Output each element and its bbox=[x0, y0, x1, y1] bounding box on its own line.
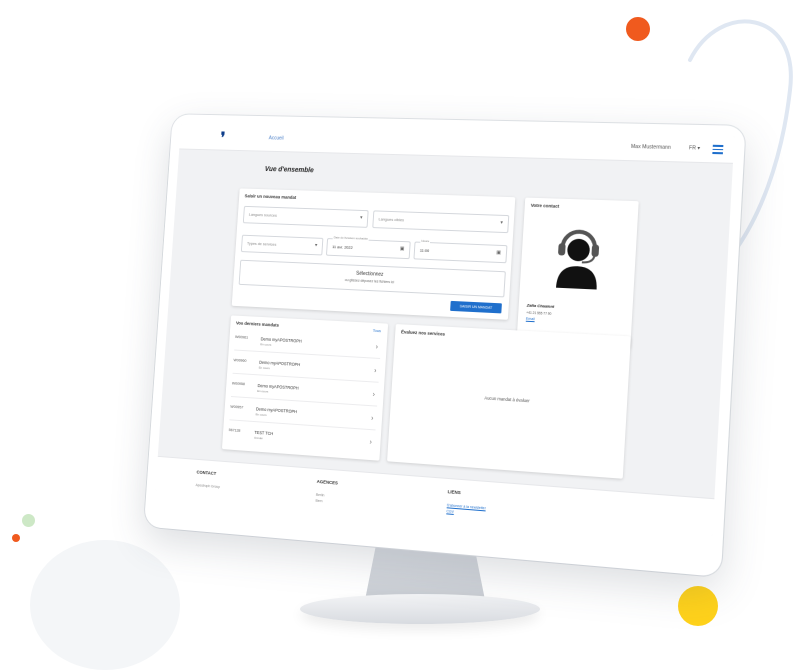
mandate-status: En cours bbox=[260, 342, 272, 347]
submit-mandate-button[interactable]: SAISIR UN MANDAT bbox=[450, 300, 502, 314]
footer: CONTACT Apostroph Group Apostroph Luzern… bbox=[155, 455, 715, 537]
time-label: Heure bbox=[420, 238, 431, 244]
user-name[interactable]: Max Mustermann bbox=[631, 144, 671, 151]
agency-item[interactable]: Hamburg bbox=[315, 510, 336, 518]
caret-down-icon: ▾ bbox=[314, 242, 318, 249]
footer-address-line: Apostroph Luzern AG bbox=[194, 494, 226, 502]
app-screen: ❜ Accueil Max Mustermann FR ▾ Vue d'ense… bbox=[155, 123, 735, 537]
mandate-id: W00958 bbox=[231, 381, 246, 387]
chevron-right-icon: › bbox=[369, 439, 373, 447]
delivery-date-label: Date de livraison souhaitée bbox=[332, 235, 370, 241]
footer-agencies: AGENCES Berlin Bern Bienne Hamburg Lausa… bbox=[314, 479, 338, 529]
nav-home-link[interactable]: Accueil bbox=[269, 135, 284, 141]
background-blob bbox=[30, 540, 180, 670]
footer-links: LIENS S'abonner à la newsletter CGV Prot… bbox=[445, 489, 487, 536]
avatar-headset-icon bbox=[552, 221, 605, 290]
monitor-stand-base bbox=[300, 594, 540, 624]
footer-link[interactable]: Aide bbox=[445, 526, 484, 535]
target-language-placeholder: Langues cibles bbox=[378, 216, 405, 223]
footer-address-line: CH-6004 Luzern bbox=[193, 506, 218, 513]
mandate-id: W00961 bbox=[234, 335, 249, 340]
monitor-frame: ❜ Accueil Max Mustermann FR ▾ Vue d'ense… bbox=[143, 114, 746, 578]
mandate-id: W00960 bbox=[233, 358, 247, 363]
footer-heading: AGENCES bbox=[316, 478, 339, 486]
mandate-status: En cours bbox=[255, 412, 267, 417]
decorative-dot-green bbox=[22, 514, 35, 527]
top-bar: ❜ Accueil Max Mustermann FR ▾ bbox=[179, 123, 735, 164]
source-language-placeholder: Langues sources bbox=[248, 211, 278, 218]
empty-state-text: Aucun mandat à évaluer bbox=[484, 395, 530, 404]
footer-heading: CONTACT bbox=[196, 469, 217, 476]
agency-item[interactable]: Bienne bbox=[315, 504, 336, 512]
mandate-status: En cours bbox=[258, 365, 270, 371]
see-all-link[interactable]: Tous bbox=[373, 328, 381, 333]
calendar-icon[interactable]: ▣ bbox=[496, 250, 501, 256]
chevron-right-icon: › bbox=[373, 367, 377, 375]
mandate-status: Annulé bbox=[253, 435, 263, 441]
footer-contact: CONTACT Apostroph Group Apostroph Luzern… bbox=[194, 470, 227, 514]
hamburger-menu-icon[interactable] bbox=[712, 144, 724, 156]
source-language-select[interactable]: Langues sources ▾ bbox=[242, 205, 369, 228]
target-language-select[interactable]: Langues cibles ▾ bbox=[372, 210, 510, 234]
footer-heading: LIENS bbox=[447, 489, 461, 496]
footer-address-line: Töpferstrasse 5 bbox=[194, 500, 217, 507]
delivery-date-field[interactable]: Date de livraison souhaitée 11 avr. 2022… bbox=[325, 235, 411, 260]
card-title: Saisir un nouveau mandat bbox=[244, 193, 297, 200]
service-type-select[interactable]: Types de services ▾ bbox=[240, 234, 324, 256]
chevron-right-icon: › bbox=[375, 343, 379, 351]
contact-email-link[interactable]: Email bbox=[526, 317, 535, 321]
decorative-dot-yellow bbox=[678, 586, 718, 626]
recent-mandates-card: Vos derniers mandats Tous W00961 Demo my… bbox=[221, 315, 389, 461]
caret-down-icon: ▾ bbox=[359, 214, 363, 221]
caret-down-icon: ▾ bbox=[500, 219, 504, 226]
contact-name: Zafia Chaalent bbox=[526, 302, 555, 309]
decorative-dot-orange bbox=[626, 17, 650, 41]
brand-logo[interactable]: ❜ bbox=[220, 129, 226, 148]
chevron-right-icon: › bbox=[372, 391, 376, 399]
decorative-dot-orange-small bbox=[12, 534, 20, 542]
time-field[interactable]: Heure 11:00 ▣ bbox=[413, 238, 508, 264]
contact-card: Votre contact Zafia Chaalent +41 21 555 … bbox=[516, 197, 639, 349]
file-drop-zone[interactable]: Sélectionnez ou glissez-déposez les fich… bbox=[238, 259, 506, 298]
card-title: Vos derniers mandats bbox=[235, 320, 280, 328]
contact-phone: +41 21 555 77 90 bbox=[526, 310, 552, 316]
mandate-id: W00957 bbox=[230, 404, 244, 410]
card-title: Votre contact bbox=[530, 202, 560, 209]
mandate-id: 567128 bbox=[228, 428, 241, 433]
footer-link[interactable]: Mentions légales bbox=[445, 520, 484, 529]
page-title: Vue d'ensemble bbox=[264, 166, 314, 175]
time-value: 11:00 bbox=[419, 247, 430, 254]
new-mandate-card: Saisir un nouveau mandat Langues sources… bbox=[231, 188, 516, 320]
evaluate-services-card: Évaluez nos services Aucun mandat à éval… bbox=[387, 324, 631, 479]
delivery-date-value: 11 avr. 2022 bbox=[332, 244, 353, 250]
service-type-placeholder: Types de services bbox=[246, 240, 277, 247]
chevron-right-icon: › bbox=[370, 415, 374, 423]
mandate-status: En cours bbox=[257, 388, 269, 394]
agency-item[interactable]: Lugano bbox=[314, 521, 335, 529]
agency-item[interactable]: Lausanne bbox=[314, 516, 335, 524]
calendar-icon[interactable]: ▣ bbox=[400, 246, 405, 252]
language-select[interactable]: FR ▾ bbox=[689, 145, 700, 151]
card-title: Évaluez nos services bbox=[400, 329, 446, 337]
